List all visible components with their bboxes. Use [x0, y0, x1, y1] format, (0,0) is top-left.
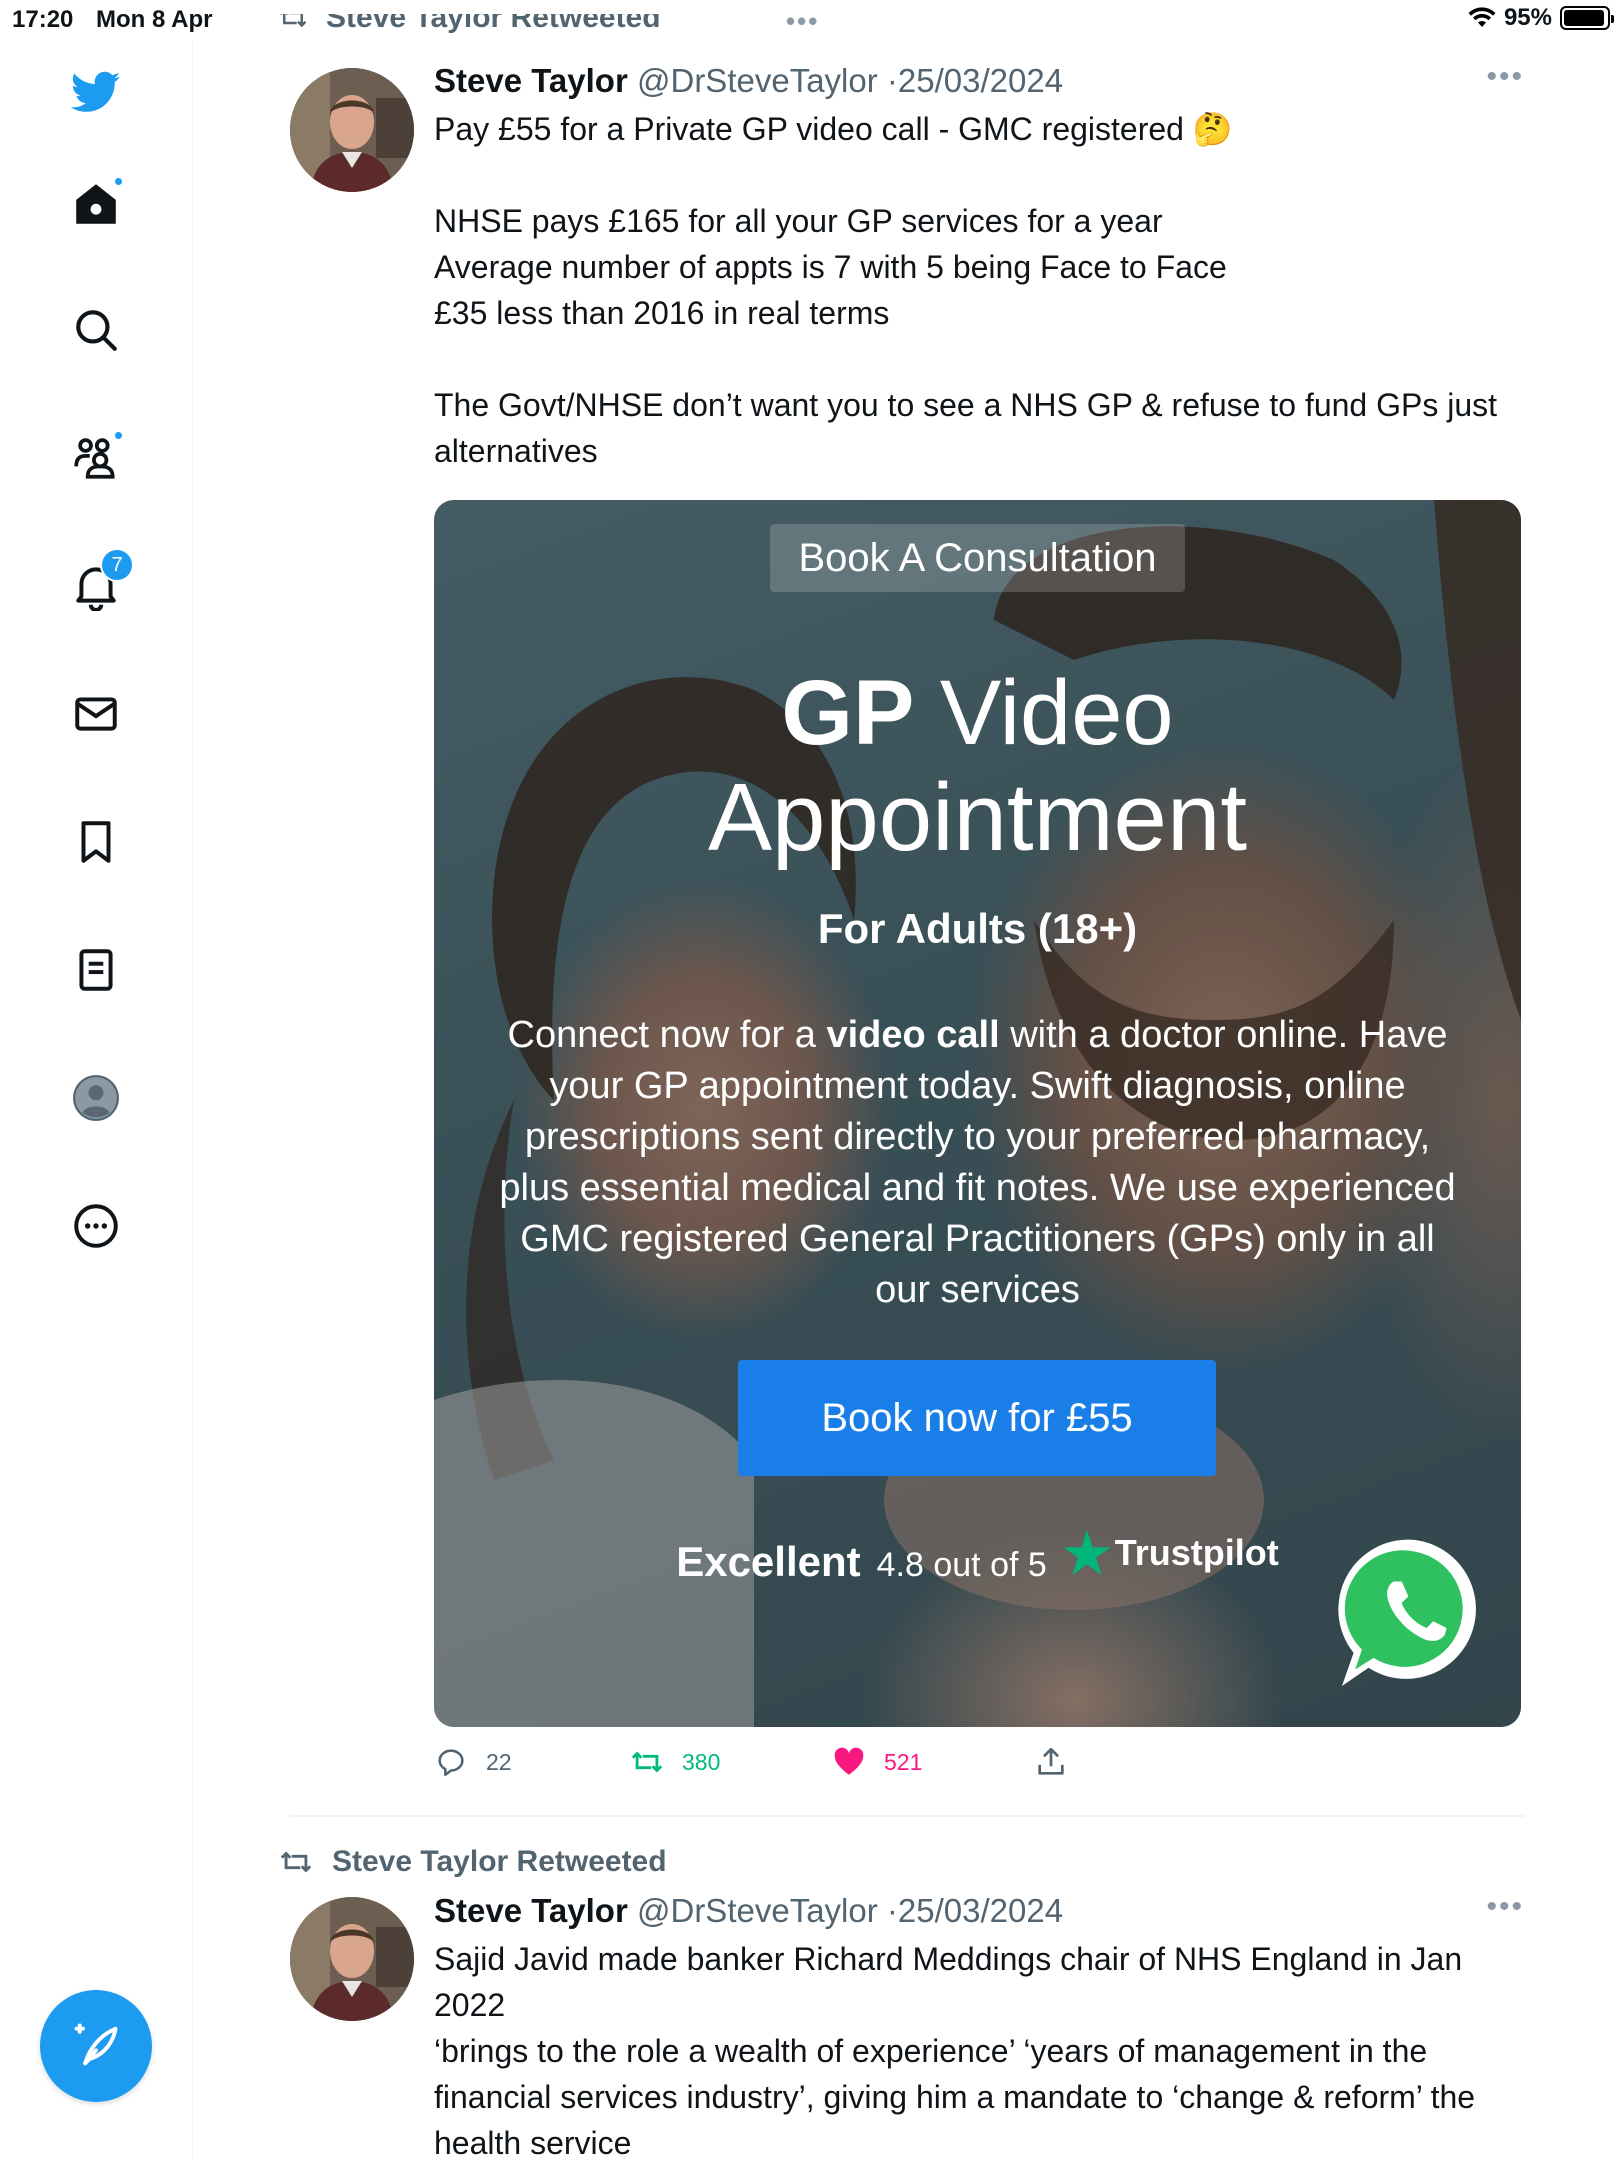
ad-title-bold: GP [781, 662, 915, 764]
book-now-button: Book now for £55 [738, 1360, 1216, 1476]
ad-desc-part2: with a doctor online. Have your GP appoi… [499, 1014, 1456, 1311]
tweet-text: Sajid Javid made banker Richard Meddings… [434, 1941, 1476, 2160]
share-icon [1038, 1747, 1064, 1775]
retweet-icon [631, 1751, 663, 1773]
book-consultation-tag: Book A Consultation [770, 524, 1185, 592]
tweet-media-image[interactable]: Book A Consultation GP Video Appointment… [434, 500, 1521, 1727]
tweet-1[interactable]: Steve Taylor @DrSteveTaylor ·25/03/2024 … [434, 60, 1524, 474]
rating-word: Excellent [676, 1538, 861, 1585]
header-separator: · [886, 1892, 898, 1929]
compose-feather-icon [74, 2023, 118, 2066]
profile-avatar-icon [73, 1075, 119, 1121]
home-icon [76, 184, 116, 224]
retweet-label: Steve Taylor Retweeted [326, 14, 661, 34]
retweet-icon [280, 14, 307, 28]
tweet-text: Pay £55 for a Private GP video call - GM… [434, 111, 1498, 469]
author-avatar[interactable] [290, 1897, 414, 2021]
tweet-more-icon[interactable]: ••• [1486, 1890, 1524, 1924]
nav-bookmarks[interactable] [62, 808, 130, 876]
nav-profile[interactable] [62, 1064, 130, 1132]
nav-notifications[interactable]: 7 [62, 548, 134, 620]
ad-desc-bold: video call [826, 1014, 1000, 1056]
rating-score: 4.8 out of 5 [876, 1546, 1047, 1584]
tweet-divider [290, 1815, 1524, 1817]
ad-desc-part1: Connect now for a [507, 1014, 827, 1056]
ad-description: Connect now for a video call with a doct… [494, 1010, 1461, 1316]
bird-icon [71, 71, 121, 112]
home-unread-dot [113, 176, 124, 187]
retweet-indicator: Steve Taylor Retweeted [276, 1845, 667, 1879]
tweet-date[interactable]: 25/03/2024 [898, 62, 1063, 99]
retweet-indicator: Steve Taylor Retweeted [276, 14, 661, 44]
whatsapp-icon [1338, 1539, 1476, 1687]
nav-communities[interactable] [62, 424, 130, 492]
tweet-2[interactable]: Steve Taylor @DrSteveTaylor ·25/03/2024 … [434, 1890, 1524, 2160]
twitter-logo-icon[interactable] [62, 58, 130, 126]
retweet-button[interactable]: 380 [630, 1745, 720, 1779]
ad-title-line2: Appointment [707, 764, 1247, 871]
notifications-badge: 7 [100, 548, 134, 582]
reply-icon [438, 1749, 464, 1777]
author-name[interactable]: Steve Taylor [434, 1892, 628, 1929]
sidebar-nav: 7 [0, 40, 193, 2160]
communities-icon [74, 438, 115, 479]
nav-more[interactable] [62, 1192, 130, 1260]
more-circle-icon [74, 1204, 118, 1248]
like-button[interactable]: 521 [832, 1745, 922, 1779]
tweet-date[interactable]: 25/03/2024 [898, 1892, 1063, 1929]
reply-count: 22 [486, 1748, 512, 1775]
trustpilot-label: Trustpilot [1114, 1532, 1279, 1573]
tweet-actions: 22 380 521 [434, 1745, 1134, 1785]
tweet-header: Steve Taylor @DrSteveTaylor ·25/03/2024 [434, 60, 1524, 102]
author-avatar[interactable] [290, 68, 414, 192]
share-button[interactable] [1034, 1745, 1068, 1779]
ad-subtitle: For Adults (18+) [817, 905, 1138, 952]
lists-icon [79, 949, 113, 991]
avatar-photo [290, 68, 414, 192]
nav-home[interactable] [62, 170, 130, 238]
header-separator: · [886, 62, 898, 99]
search-icon [76, 310, 117, 351]
reply-button[interactable]: 22 [434, 1745, 512, 1779]
retweet-count: 380 [682, 1748, 721, 1775]
envelope-icon [75, 697, 117, 731]
avatar-photo [290, 1897, 414, 2021]
like-count: 521 [884, 1748, 923, 1775]
tweet-more-icon[interactable]: ••• [1486, 60, 1524, 94]
timeline: Steve Taylor Retweeted Steve Taylor @DrS… [194, 0, 1620, 2160]
author-name[interactable]: Steve Taylor [434, 62, 628, 99]
author-handle[interactable]: @DrSteveTaylor [637, 62, 878, 99]
retweet-icon [280, 1851, 312, 1873]
status-time: 17:20 [12, 6, 74, 33]
tweet-header: Steve Taylor @DrSteveTaylor ·25/03/2024 [434, 1890, 1524, 1932]
nav-explore[interactable] [62, 296, 130, 364]
trustpilot-star-icon [1063, 1530, 1111, 1575]
heart-filled-icon [834, 1747, 864, 1775]
ad-title: GP Video [434, 665, 1521, 761]
compose-tweet-button[interactable] [40, 1990, 152, 2102]
author-handle[interactable]: @DrSteveTaylor [637, 1892, 878, 1929]
communities-unread-dot [113, 430, 124, 441]
bookmark-icon [81, 821, 111, 863]
nav-lists[interactable] [62, 936, 130, 1004]
retweet-label: Steve Taylor Retweeted [332, 1845, 667, 1878]
trustpilot-logo: Trustpilot [1063, 1530, 1279, 1576]
nav-messages[interactable] [62, 680, 130, 748]
ad-title-rest: Video [914, 662, 1174, 764]
